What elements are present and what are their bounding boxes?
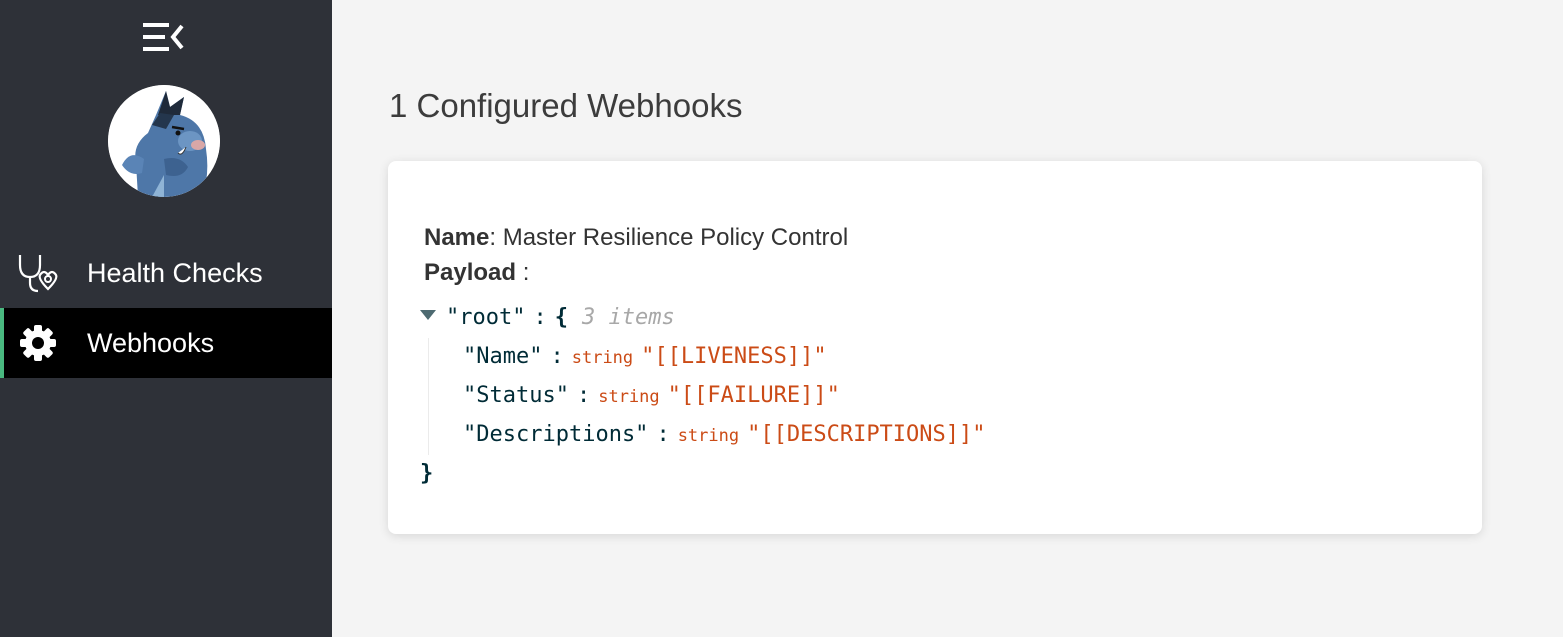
webhook-card: Name: Master Resilience Policy Control P… — [388, 161, 1482, 534]
sidebar-item-webhooks[interactable]: Webhooks — [0, 308, 332, 378]
payload-label: Payload — [424, 259, 517, 286]
json-item-count: 3 items — [581, 305, 675, 330]
json-entry: "Descriptions": string "[[DESCRIPTIONS]]" — [463, 422, 986, 447]
json-value: "[[DESCRIPTIONS]]" — [747, 422, 986, 447]
json-entry: "Name": string "[[LIVENESS]]" — [463, 344, 827, 369]
page-title: 1 Configured Webhooks — [389, 87, 743, 124]
webhook-payload-label: Payload : — [424, 259, 530, 286]
json-key: "Name" — [463, 344, 543, 369]
sidebar: Health Checks Webhooks — [0, 0, 332, 637]
json-type: string — [571, 348, 634, 368]
name-value: Master Resilience Policy Control — [502, 224, 849, 251]
boar-mascot-icon — [108, 85, 220, 197]
json-value: "[[FAILURE]]" — [667, 383, 840, 408]
name-label: Name — [424, 224, 490, 251]
json-key: "Descriptions" — [463, 422, 649, 447]
json-close-row: } — [420, 455, 986, 494]
json-value: "[[LIVENESS]]" — [641, 344, 827, 369]
json-type: string — [677, 426, 740, 446]
json-children: "Name": string "[[LIVENESS]]" "Status": str… — [428, 338, 986, 455]
sidebar-item-label: Webhooks — [87, 328, 215, 358]
sidebar-item-label: Health Checks — [87, 258, 263, 288]
stethoscope-icon — [16, 253, 60, 293]
json-entry: "Status": string "[[FAILURE]]" — [463, 383, 840, 408]
json-root-key: "root" — [446, 305, 526, 330]
avatar — [108, 85, 220, 197]
json-type: string — [598, 387, 660, 407]
json-viewer: "root":{3 items "Name": string "[[LIVENESS… — [420, 299, 986, 494]
json-close-brace: } — [420, 461, 434, 486]
main-content: 1 Configured Webhooks Name: Master Resil… — [332, 0, 1563, 637]
json-root-row: "root":{3 items — [420, 299, 986, 338]
gear-icon — [16, 323, 60, 363]
sidebar-nav: Health Checks Webhooks — [0, 238, 332, 378]
menu-collapse-icon[interactable] — [140, 20, 188, 54]
collapse-caret-icon[interactable] — [420, 310, 436, 320]
json-key: "Status" — [463, 383, 569, 408]
json-open-brace: { — [554, 305, 568, 330]
webhook-name: Name: Master Resilience Policy Control — [424, 224, 849, 251]
sidebar-item-health-checks[interactable]: Health Checks — [0, 238, 332, 308]
